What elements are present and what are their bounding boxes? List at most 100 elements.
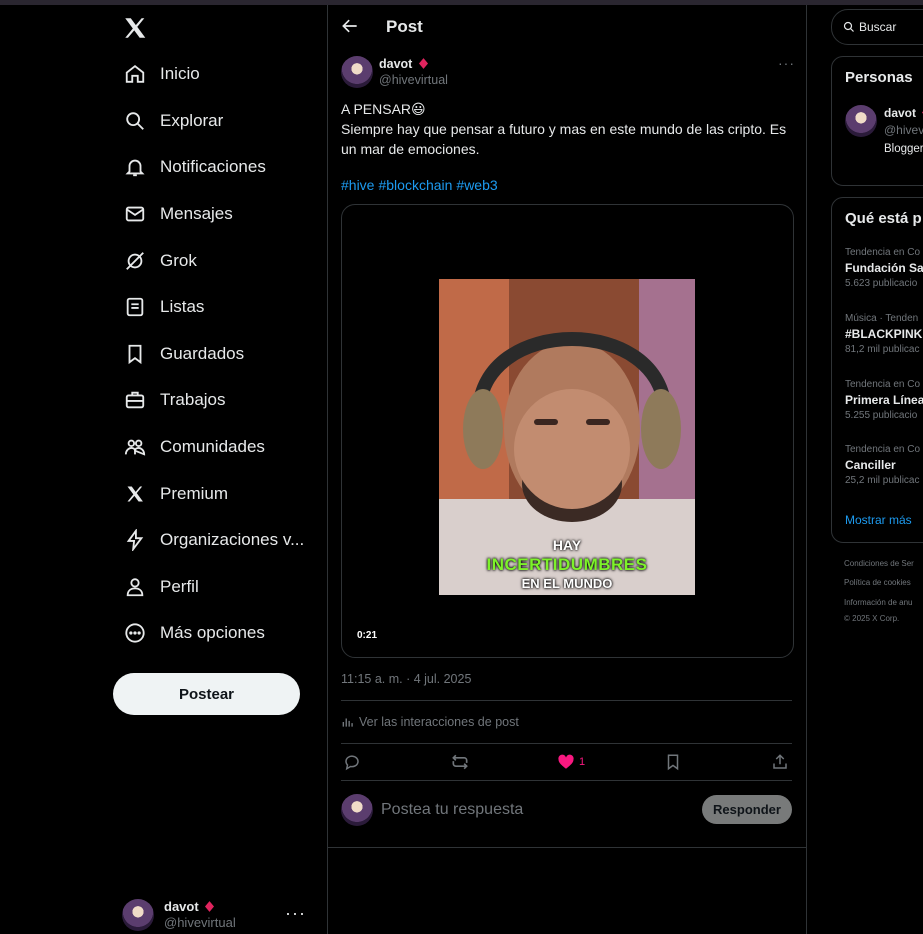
diamond-badge-icon — [205, 901, 215, 912]
sidebar-item-comunidades[interactable]: Comunidades — [122, 427, 265, 467]
sidebar-item-inicio[interactable]: Inicio — [122, 54, 200, 94]
sidebar-item-label: Trabajos — [160, 390, 226, 409]
hashtag-link[interactable]: #hive — [341, 177, 374, 193]
reply-input[interactable]: Postea tu respuesta — [381, 801, 523, 819]
account-display-name: davot — [164, 899, 199, 914]
reply-submit-button[interactable]: Responder — [702, 795, 792, 824]
trend-name: #BLACKPINK — [845, 327, 923, 341]
hashtag-link[interactable]: #blockchain — [378, 177, 452, 193]
sidebar-item-notificaciones[interactable]: Notificaciones — [122, 147, 266, 187]
x-logo-icon[interactable] — [122, 15, 148, 41]
video-player[interactable]: HAY INCERTIDUMBRES EN EL MUNDO 0:21 — [341, 204, 794, 658]
reply-icon — [345, 755, 359, 771]
search-icon — [843, 21, 854, 32]
trend-item[interactable]: Tendencia en Co Canciller 25,2 mil publi… — [845, 444, 920, 486]
avatar[interactable] — [341, 56, 373, 88]
footer-link[interactable]: Condiciones de Ser — [844, 559, 914, 568]
footer-link[interactable]: Información de anu — [844, 598, 913, 607]
account-switcher[interactable]: davot @hivevirtual ··· — [122, 897, 322, 933]
post-author-name[interactable]: davot — [379, 57, 412, 71]
video-frame[interactable]: HAY INCERTIDUMBRES EN EL MUNDO — [439, 279, 695, 595]
sidebar-item-perfil[interactable]: Perfil — [122, 567, 199, 607]
trend-context: Tendencia en Co — [845, 379, 921, 390]
trend-count: 5.623 publicacio — [845, 278, 918, 289]
sidebar-item-premium[interactable]: Premium — [122, 474, 228, 514]
account-handle: @hivevirtual — [164, 915, 236, 930]
person-icon — [122, 574, 148, 600]
like-button[interactable]: 1 — [557, 751, 585, 773]
trend-count: 5.255 publicacio — [845, 410, 918, 421]
post-text-line: Siempre hay que pensar a futuro y mas en… — [341, 121, 787, 157]
footer-link[interactable]: Política de cookies — [844, 578, 911, 587]
trend-count: 81,2 mil publicac — [845, 344, 920, 355]
caption-line: INCERTIDUMBRES — [486, 555, 648, 574]
lightning-icon — [122, 527, 148, 553]
more-dots-icon[interactable]: ··· — [285, 903, 306, 924]
back-arrow-icon[interactable] — [340, 16, 360, 36]
sidebar-item-label: Inicio — [160, 64, 200, 83]
show-more-link[interactable]: Mostrar más — [845, 513, 912, 527]
trend-context: Tendencia en Co — [845, 444, 921, 455]
post-text: A PENSAR😃 Siempre hay que pensar a futur… — [341, 99, 791, 159]
sidebar-item-label: Notificaciones — [160, 157, 266, 176]
trend-count: 25,2 mil publicac — [845, 475, 920, 486]
bell-icon — [122, 154, 148, 180]
bookmark-button[interactable] — [664, 751, 682, 773]
share-button[interactable] — [771, 751, 789, 773]
sidebar-item-trabajos[interactable]: Trabajos — [122, 380, 226, 420]
view-interactions-link[interactable]: Ver las interacciones de post — [341, 713, 519, 731]
trends-card: Qué está p Tendencia en Co Fundación Sa … — [831, 197, 923, 543]
trend-item[interactable]: Música · Tenden #BLACKPINK 81,2 mil publ… — [845, 313, 922, 355]
post-button[interactable]: Postear — [113, 673, 300, 715]
sidebar-item-explorar[interactable]: Explorar — [122, 101, 223, 141]
divider — [806, 5, 807, 934]
trend-item[interactable]: Tendencia en Co Primera Línea 5.255 publ… — [845, 379, 923, 421]
sidebar-item-organizaciones[interactable]: Organizaciones v... — [122, 520, 304, 560]
sidebar-item-label: Explorar — [160, 111, 224, 130]
suggested-user-name[interactable]: davot — [884, 106, 916, 120]
sidebar-item-label: Perfil — [160, 577, 199, 596]
reply-button[interactable] — [343, 751, 361, 773]
sidebar-item-label: Organizaciones v... — [160, 530, 305, 549]
post-author-handle[interactable]: @hivevirtual — [379, 73, 448, 87]
view-interactions-label: Ver las interacciones de post — [359, 715, 519, 729]
sidebar-item-label: Premium — [160, 484, 229, 503]
search-input[interactable]: Buscar — [831, 9, 923, 45]
divider — [328, 847, 806, 848]
avatar[interactable] — [845, 105, 877, 137]
sidebar-item-grok[interactable]: Grok — [122, 241, 197, 281]
bookmark-icon — [667, 754, 679, 771]
post-timestamp[interactable]: 11:15 a. m. · 4 jul. 2025 — [341, 672, 471, 686]
trend-item[interactable]: Tendencia en Co Fundación Sa 5.623 publi… — [845, 247, 923, 289]
sidebar-item-label: Mensajes — [160, 204, 233, 223]
bookmark-icon — [122, 341, 148, 367]
sidebar-item-mensajes[interactable]: Mensajes — [122, 194, 233, 234]
repost-button[interactable] — [450, 751, 470, 773]
hashtag-link[interactable]: #web3 — [456, 177, 497, 193]
trend-name: Canciller — [845, 458, 896, 472]
sidebar-item-listas[interactable]: Listas — [122, 287, 204, 327]
like-count: 1 — [579, 756, 586, 768]
sidebar-item-label: Listas — [160, 297, 205, 316]
x-logo-icon — [122, 481, 148, 507]
heart-icon — [558, 754, 574, 769]
sidebar-item-guardados[interactable]: Guardados — [122, 334, 244, 374]
post-actions: 1 — [341, 751, 792, 773]
briefcase-icon — [122, 387, 148, 413]
suggested-user-handle: @hivev — [884, 123, 923, 137]
card-title: Qué está p — [845, 210, 922, 227]
trend-name: Primera Línea — [845, 393, 923, 407]
divider — [341, 743, 792, 744]
page-title: Post — [386, 17, 423, 36]
card-title: Personas — [845, 69, 913, 86]
caption-line: HAY — [552, 537, 582, 553]
sidebar-item-mas-opciones[interactable]: Más opciones — [122, 613, 265, 653]
trend-context: Tendencia en Co — [845, 247, 921, 258]
post-more-icon[interactable]: ··· — [778, 55, 795, 71]
share-icon — [773, 754, 787, 769]
trend-name: Fundación Sa — [845, 261, 923, 275]
caption-line: EN EL MUNDO — [521, 576, 613, 591]
sidebar-item-label: Comunidades — [160, 437, 265, 456]
trend-context: Música · Tenden — [845, 313, 919, 324]
people-icon — [122, 434, 148, 460]
